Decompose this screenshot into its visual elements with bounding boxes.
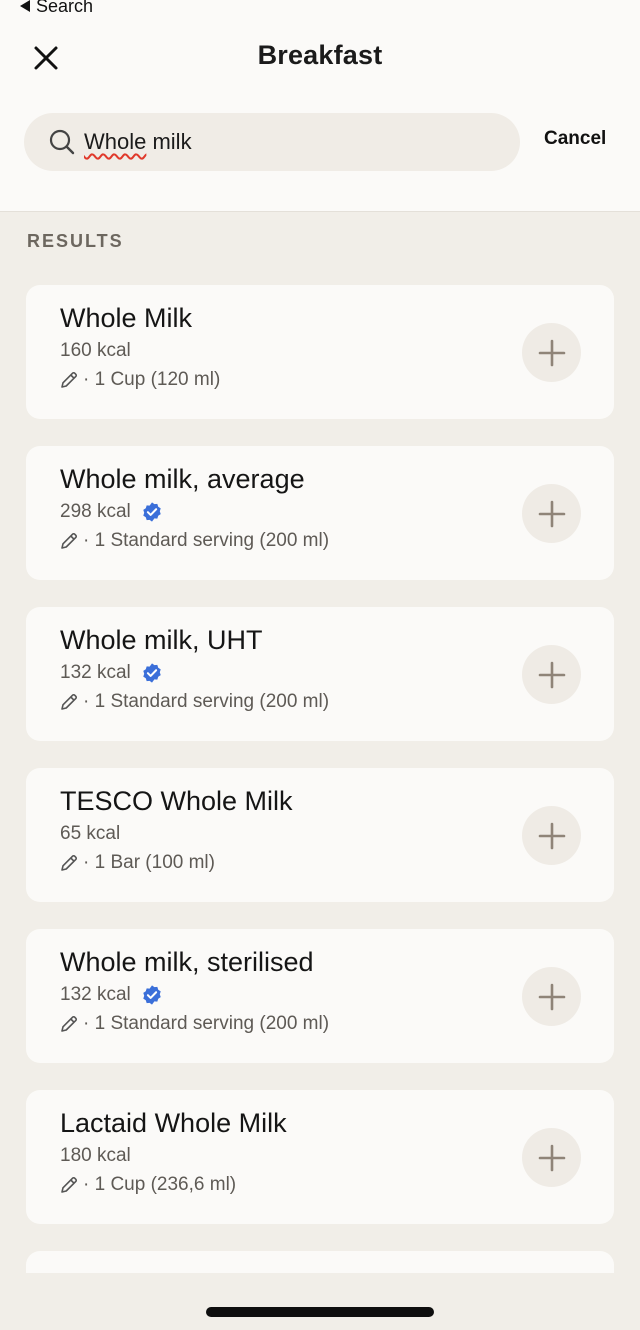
calories-row: 180 kcal (60, 1145, 131, 1167)
pencil-icon (61, 1176, 78, 1193)
cancel-button[interactable]: Cancel (544, 128, 606, 150)
serving-value: · 1 Standard serving (200 ml) (83, 530, 330, 551)
calories-row: 65 kcal (60, 823, 120, 845)
food-name: Whole milk, average (60, 464, 305, 494)
serving-value: · 1 Bar (100 ml) (83, 852, 215, 873)
calories-value: 160 kcal (60, 340, 131, 361)
result-card[interactable]: Lactaid Whole Milk 180 kcal · 1 Cup (236,6… (26, 1090, 614, 1224)
verified-icon (143, 985, 161, 1005)
results-list[interactable]: Whole Milk 160 kcal · 1 Cup (120 ml) Whole … (26, 285, 614, 1273)
result-card[interactable]: Whole milk, average 298 kcal · 1 Standard … (26, 446, 614, 580)
serving-row[interactable]: · 1 Standard serving (200 ml) (59, 1013, 329, 1035)
plus-icon (538, 661, 565, 688)
result-card[interactable]: Whole Milk 160 kcal · 1 Cup (120 ml) (26, 285, 614, 419)
pencil-icon (61, 371, 78, 388)
serving-value: · 1 Standard serving (200 ml) (83, 1013, 330, 1034)
pencil-icon (61, 854, 78, 871)
page-title: Breakfast (257, 40, 383, 70)
calories-value: 132 kcal (60, 662, 131, 683)
serving-row[interactable]: · 1 Cup (236,6 ml) (59, 1174, 236, 1196)
result-card[interactable]: Whole milk, sterilised 132 kcal · 1 Standa… (26, 929, 614, 1063)
verified-icon (143, 663, 161, 683)
calories-row: 298 kcal (60, 501, 163, 523)
verified-icon (143, 502, 161, 522)
back-label: Search (36, 0, 94, 16)
calories-value: 298 kcal (60, 501, 131, 522)
plus-icon (538, 822, 565, 849)
result-card[interactable]: Whole milk, UHT 132 kcal · 1 Standard serv… (26, 607, 614, 741)
back-to-search-link[interactable]: Search (20, 0, 93, 16)
plus-icon (538, 1144, 565, 1171)
search-value-rest: milk (146, 129, 192, 154)
serving-row[interactable]: · 1 Cup (120 ml) (59, 369, 220, 391)
add-food-button[interactable] (522, 484, 581, 543)
search-icon (49, 129, 75, 155)
add-food-button[interactable] (522, 967, 581, 1026)
result-card[interactable]: TESCO Whole Milk 65 kcal · 1 Bar (100 ml) (26, 768, 614, 902)
header: Search Breakfast Whole milk Cancel (0, 0, 640, 212)
serving-row[interactable]: · 1 Standard serving (200 ml) (59, 530, 329, 552)
food-name: Whole Milk (60, 303, 193, 333)
add-food-button[interactable] (522, 806, 581, 865)
calories-value: 180 kcal (60, 1145, 131, 1166)
serving-value: · 1 Standard serving (200 ml) (83, 691, 330, 712)
calories-value: 132 kcal (60, 984, 131, 1005)
serving-value: · 1 Cup (236,6 ml) (83, 1174, 237, 1195)
calories-row: 132 kcal (60, 662, 163, 684)
pencil-icon (61, 532, 78, 549)
food-name: Whole milk, sterilised (60, 947, 314, 977)
search-value-misspelled-word: Whole (84, 129, 147, 154)
serving-value: · 1 Cup (120 ml) (83, 369, 221, 390)
calories-value: 65 kcal (60, 823, 121, 844)
serving-row[interactable]: · 1 Standard serving (200 ml) (59, 691, 329, 713)
plus-icon (538, 339, 565, 366)
add-food-button[interactable] (522, 323, 581, 382)
add-food-button[interactable] (522, 645, 581, 704)
food-name: TESCO Whole Milk (60, 786, 293, 816)
food-name: Lactaid Whole Milk (60, 1108, 287, 1138)
results-heading: RESULTS (27, 231, 124, 251)
plus-icon (538, 500, 565, 527)
calories-row: 132 kcal (60, 984, 163, 1006)
result-card-partial[interactable] (26, 1251, 614, 1273)
back-triangle-icon (20, 0, 30, 12)
serving-row[interactable]: · 1 Bar (100 ml) (59, 852, 215, 874)
food-name: Whole milk, UHT (60, 625, 263, 655)
pencil-icon (61, 693, 78, 710)
search-value[interactable]: Whole milk (84, 129, 192, 155)
plus-icon (538, 983, 565, 1010)
add-food-button[interactable] (522, 1128, 581, 1187)
pencil-icon (61, 1015, 78, 1032)
calories-row: 160 kcal (60, 340, 131, 362)
search-input[interactable]: Whole milk (24, 113, 520, 171)
home-indicator[interactable] (206, 1307, 434, 1317)
